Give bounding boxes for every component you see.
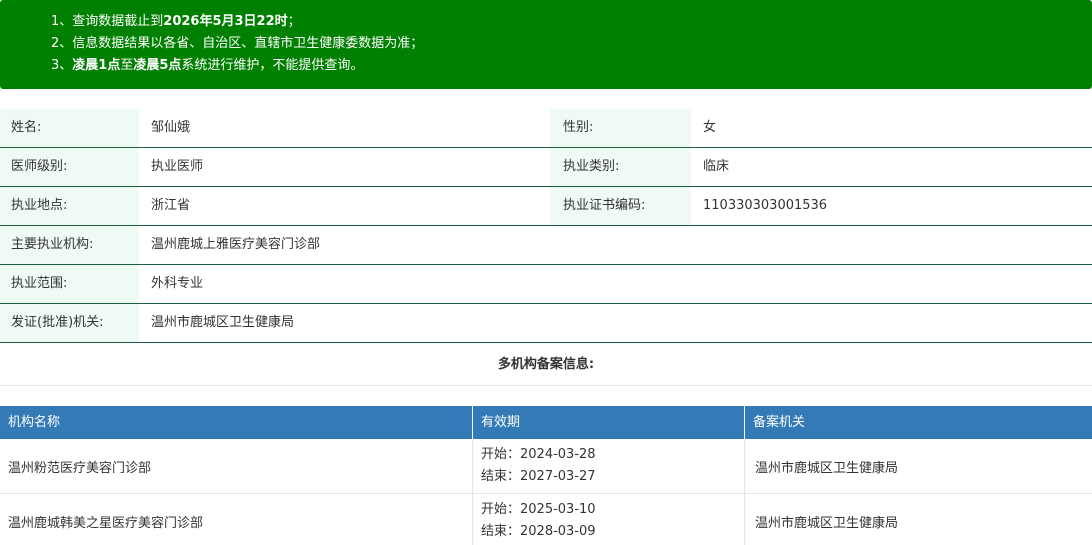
- doctor-info-table: 姓名: 邹仙娥 性别: 女 医师级别: 执业医师 执业类别: 临床 执业地点: …: [0, 109, 1092, 343]
- notice-line-2: 2、信息数据结果以各省、自治区、直辖市卫生健康委数据为准；: [51, 36, 424, 51]
- notice-banner: 1、查询数据截止到2026年5月3日22时； 2、信息数据结果以各省、自治区、直…: [0, 0, 1092, 89]
- scope-value: 外科专业: [151, 276, 204, 291]
- row-authority: 温州市鹿城区卫生健康局: [755, 460, 899, 476]
- category-label: 执业类别:: [550, 148, 691, 186]
- info-row-scope: 执业范围: 外科专业: [0, 265, 1092, 304]
- info-row-org: 主要执业机构: 温州鹿城上雅医疗美容门诊部: [0, 226, 1092, 265]
- notice-line-1: 1、查询数据截止到2026年5月3日22时；: [51, 14, 301, 29]
- row-authority: 温州市鹿城区卫生健康局: [755, 515, 899, 531]
- multi-registration-title: 多机构备案信息:: [0, 343, 1092, 386]
- row-start-date: 开始：2024-03-28: [481, 447, 596, 462]
- location-value: 浙江省: [151, 198, 191, 213]
- location-label: 执业地点:: [0, 187, 139, 225]
- registration-table-header: 机构名称 有效期 备案机关: [0, 406, 1092, 439]
- notice-line-3: 3、凌晨1点至凌晨5点系统进行维护，不能提供查询。: [51, 58, 364, 73]
- gender-label: 性别:: [550, 109, 691, 147]
- level-label: 医师级别:: [0, 148, 139, 186]
- info-row-issuer: 发证(批准)机关: 温州市鹿城区卫生健康局: [0, 304, 1092, 343]
- row-end-date: 结束：2028-03-09: [481, 524, 596, 539]
- category-value: 临床: [703, 159, 730, 174]
- cert-value: 110330303001536: [703, 198, 828, 213]
- row-org-name: 温州粉范医疗美容门诊部: [0, 439, 473, 493]
- header-authority: 备案机关: [753, 415, 806, 430]
- gender-value: 女: [703, 120, 717, 135]
- row-validity: 开始：2025-03-10 结束：2028-03-09: [473, 494, 745, 545]
- org-value: 温州鹿城上雅医疗美容门诊部: [151, 237, 321, 252]
- table-row: 温州鹿城韩美之星医疗美容门诊部 开始：2025-03-10 结束：2028-03…: [0, 494, 1092, 545]
- header-validity: 有效期: [473, 406, 745, 439]
- name-label: 姓名:: [0, 109, 139, 147]
- issuer-label: 发证(批准)机关:: [0, 304, 139, 342]
- org-label: 主要执业机构:: [0, 226, 139, 264]
- name-value: 邹仙娥: [151, 120, 191, 135]
- scope-label: 执业范围:: [0, 265, 139, 303]
- cert-label: 执业证书编码:: [550, 187, 691, 225]
- info-row-name: 姓名: 邹仙娥 性别: 女: [0, 109, 1092, 148]
- level-value: 执业医师: [151, 159, 204, 174]
- table-row: 温州粉范医疗美容门诊部 开始：2024-03-28 结束：2027-03-27 …: [0, 439, 1092, 494]
- info-row-level: 医师级别: 执业医师 执业类别: 临床: [0, 148, 1092, 187]
- issuer-value: 温州市鹿城区卫生健康局: [151, 315, 295, 330]
- row-org-name: 温州鹿城韩美之星医疗美容门诊部: [0, 494, 473, 545]
- registration-table: 机构名称 有效期 备案机关 温州粉范医疗美容门诊部 开始：2024-03-28 …: [0, 406, 1092, 545]
- row-validity: 开始：2024-03-28 结束：2027-03-27: [473, 439, 745, 493]
- info-row-location: 执业地点: 浙江省 执业证书编码: 110330303001536: [0, 187, 1092, 226]
- row-start-date: 开始：2025-03-10: [481, 502, 596, 517]
- row-end-date: 结束：2027-03-27: [481, 469, 596, 484]
- header-org-name: 机构名称: [0, 406, 473, 439]
